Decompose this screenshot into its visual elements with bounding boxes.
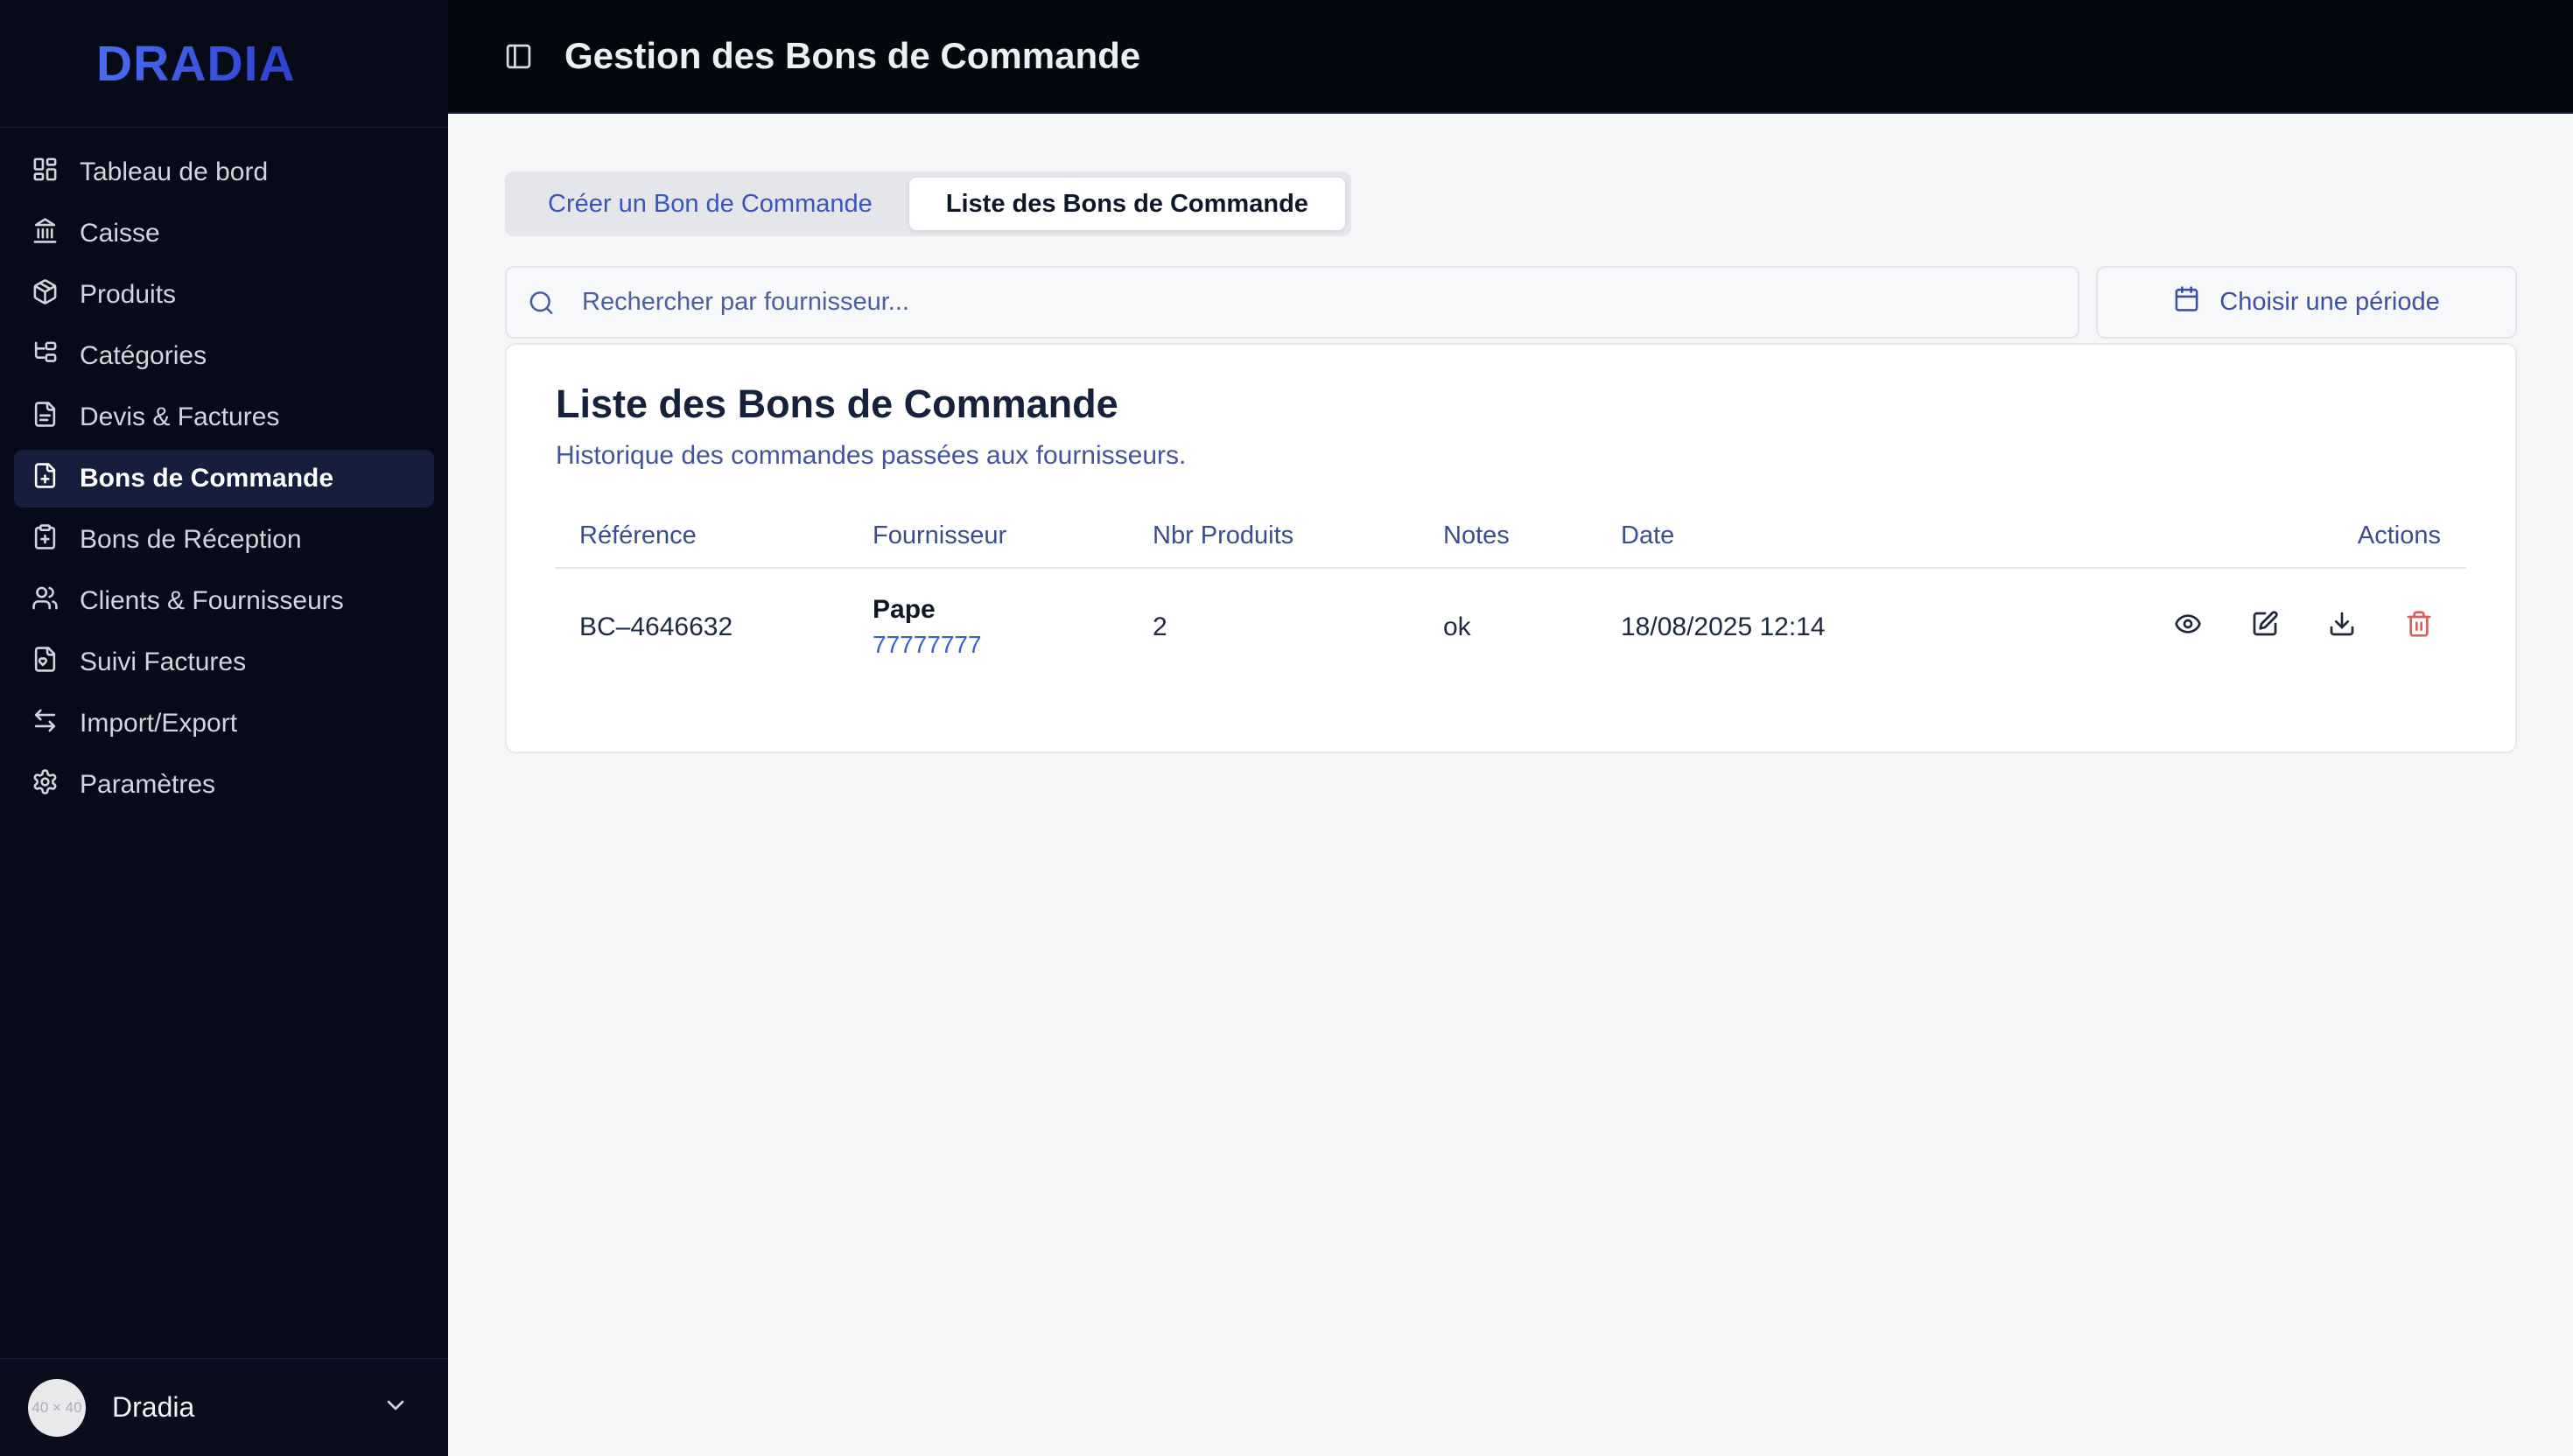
delete-button[interactable] [2405, 610, 2433, 645]
topbar: Gestion des Bons de Commande [448, 0, 2573, 114]
sidebar-item-label: Caisse [80, 219, 160, 248]
column-header-reference: Référence [579, 521, 697, 550]
avatar: 40 × 40 [28, 1378, 86, 1437]
sidebar-item-devis-factures[interactable]: Devis & Factures [14, 388, 434, 446]
download-button[interactable] [2328, 610, 2356, 645]
sidebar-item-suivi-factures[interactable]: Suivi Factures [14, 634, 434, 691]
sidebar-item-categories[interactable]: Catégories [14, 327, 434, 385]
column-header-actions: Actions [2357, 521, 2441, 550]
toolbar: Choisir une période [505, 266, 2517, 339]
sidebar-item-label: Bons de Réception [80, 525, 302, 554]
cell-notes: ok [1443, 612, 1471, 641]
brand-logo: DRADIA [96, 35, 296, 92]
cell-reference: BC–4646632 [579, 612, 733, 641]
dashboard-icon [32, 156, 59, 190]
card-title: Liste des Bons de Commande [556, 382, 1118, 426]
table-row: BC–4646632 Pape 77777777 2 ok 18/08/2025… [556, 569, 2466, 685]
sidebar-item-label: Devis & Factures [80, 402, 280, 431]
chevron-down-icon[interactable] [382, 1391, 410, 1424]
edit-button[interactable] [2251, 610, 2279, 645]
category-tree-icon [32, 340, 59, 374]
sidebar-item-tableau-de-bord[interactable]: Tableau de bord [14, 144, 434, 201]
fournisseur-name: Pape [873, 595, 936, 624]
user-menu[interactable]: 40 × 40 Dradia [0, 1358, 448, 1456]
column-header-date: Date [1621, 521, 1675, 550]
sidebar-item-clients-fournisseurs[interactable]: Clients & Fournisseurs [14, 572, 434, 630]
file-heart-icon [32, 646, 59, 680]
fournisseur-phone-link[interactable]: 77777777 [873, 631, 1153, 659]
file-plus-icon [32, 462, 59, 496]
sidebar: DRADIA Tableau de bord Caisse Produits C… [0, 0, 448, 1456]
clipboard-plus-icon [32, 523, 59, 557]
sidebar-item-bons-de-commande[interactable]: Bons de Commande [14, 450, 434, 508]
view-button[interactable] [2174, 610, 2202, 645]
app-root: DRADIA Tableau de bord Caisse Produits C… [0, 0, 2573, 1456]
content: Créer un Bon de Commande Liste des Bons … [448, 114, 2573, 1456]
column-header-notes: Notes [1443, 521, 1510, 550]
orders-table: Référence Fournisseur Nbr Produits Notes… [556, 504, 2466, 685]
main-area: Gestion des Bons de Commande Créer un Bo… [448, 0, 2573, 1456]
column-header-nbr-produits: Nbr Produits [1153, 521, 1294, 550]
cell-fournisseur: Pape 77777777 [873, 595, 1153, 659]
choose-period-button[interactable]: Choisir une période [2096, 266, 2517, 339]
download-icon [2328, 610, 2356, 645]
choose-period-label: Choisir une période [2219, 288, 2440, 316]
tab-liste-bons-de-commande[interactable]: Liste des Bons de Commande [908, 178, 1345, 230]
cell-nbr-produits: 2 [1153, 612, 1167, 641]
edit-pencil-icon [2251, 610, 2279, 645]
sidebar-item-parametres[interactable]: Paramètres [14, 756, 434, 814]
sidebar-nav: Tableau de bord Caisse Produits Catégori… [0, 128, 448, 1358]
sidebar-item-label: Import/Export [80, 709, 238, 738]
sidebar-item-import-export[interactable]: Import/Export [14, 695, 434, 752]
table-header-row: Référence Fournisseur Nbr Produits Notes… [556, 504, 2466, 569]
sidebar-item-produits[interactable]: Produits [14, 266, 434, 324]
page-title: Gestion des Bons de Commande [564, 35, 1141, 76]
eye-icon [2174, 610, 2202, 645]
sidebar-item-label: Catégories [80, 341, 207, 370]
cell-actions [1988, 610, 2466, 645]
search-box [505, 266, 2079, 339]
file-text-icon [32, 401, 59, 435]
card-subtitle: Historique des commandes passées aux fou… [556, 441, 1187, 470]
sidebar-item-label: Tableau de bord [80, 158, 269, 186]
orders-card: Liste des Bons de Commande Historique de… [505, 343, 2517, 753]
search-icon [528, 289, 555, 316]
tab-bar: Créer un Bon de Commande Liste des Bons … [505, 172, 1351, 236]
sidebar-item-caisse[interactable]: Caisse [14, 205, 434, 262]
search-input[interactable] [505, 266, 2079, 339]
user-name: Dradia [112, 1391, 195, 1423]
gear-icon [32, 768, 59, 802]
sidebar-header: DRADIA [0, 0, 448, 128]
bank-icon [32, 217, 59, 251]
users-icon [32, 584, 59, 619]
sidebar-item-label: Clients & Fournisseurs [80, 586, 344, 615]
sidebar-toggle-icon[interactable] [504, 42, 533, 71]
sidebar-item-label: Produits [80, 280, 177, 309]
trash-icon [2405, 610, 2433, 645]
sidebar-item-label: Paramètres [80, 770, 216, 799]
sidebar-item-label: Suivi Factures [80, 648, 247, 676]
calendar-icon [2173, 285, 2200, 319]
sidebar-item-label: Bons de Commande [80, 464, 334, 493]
arrows-left-right-icon [32, 707, 59, 741]
sidebar-item-bons-de-reception[interactable]: Bons de Réception [14, 511, 434, 569]
cell-date: 18/08/2025 12:14 [1621, 612, 1826, 641]
tab-creer-bon-de-commande[interactable]: Créer un Bon de Commande [511, 178, 909, 230]
column-header-fournisseur: Fournisseur [873, 521, 1007, 550]
package-icon [32, 278, 59, 312]
